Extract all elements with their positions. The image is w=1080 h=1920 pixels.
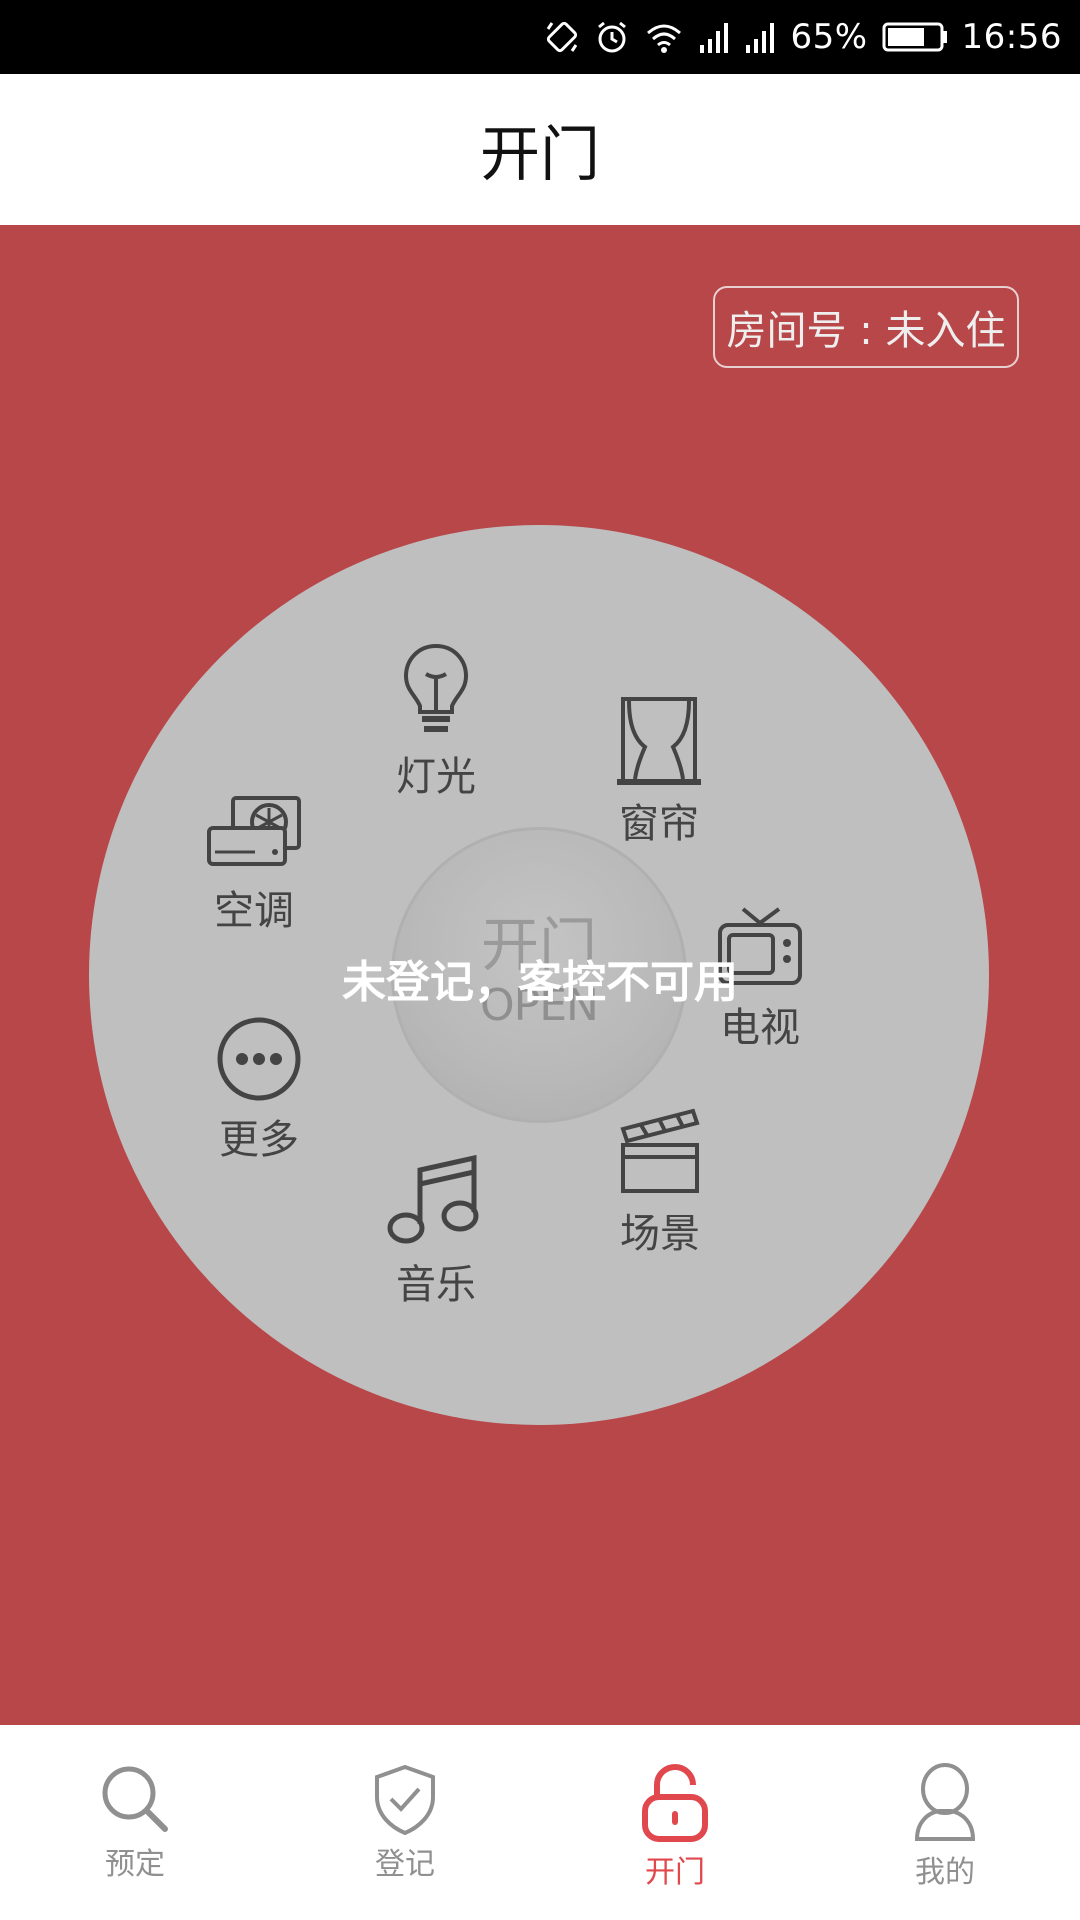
wifi-icon	[644, 19, 684, 55]
alarm-icon	[594, 19, 630, 55]
tab-mine-label: 我的	[915, 1855, 975, 1890]
music-control[interactable]: 音乐	[384, 1154, 488, 1310]
clock: 16:56	[961, 17, 1062, 57]
light-control[interactable]: 灯光	[396, 640, 476, 802]
tab-open-door[interactable]: 开门	[540, 1725, 810, 1920]
room-number-badge[interactable]: 房间号 : 未入住	[713, 286, 1019, 368]
user-icon	[909, 1763, 981, 1843]
light-label: 灯光	[396, 754, 476, 800]
shield-check-icon	[369, 1763, 441, 1835]
status-bar: 65% 16:56	[0, 0, 1080, 74]
status-icons: 65% 16:56	[544, 0, 1062, 74]
signal-icon-2	[744, 19, 776, 55]
tab-booking-label: 预定	[105, 1847, 165, 1882]
air-conditioner-icon	[205, 794, 303, 874]
tab-checkin-label: 登记	[375, 1847, 435, 1882]
main-panel: 房间号 : 未入住 灯光 窗帘 空调 电视 更多 场景 音乐 开门 OPEN 未…	[0, 225, 1080, 1725]
more-control[interactable]: 更多	[215, 1015, 303, 1165]
curtain-icon	[615, 695, 703, 787]
more-label: 更多	[219, 1117, 299, 1163]
more-icon	[215, 1015, 303, 1103]
bottom-nav: 预定 登记 开门 我的	[0, 1725, 1080, 1920]
scene-label: 场景	[620, 1211, 700, 1257]
scene-control[interactable]: 场景	[617, 1107, 703, 1259]
tab-open-door-label: 开门	[645, 1855, 705, 1890]
search-icon	[99, 1763, 171, 1835]
battery-icon	[882, 20, 948, 54]
battery-percent: 65%	[790, 17, 868, 57]
tab-mine[interactable]: 我的	[810, 1725, 1080, 1920]
curtain-label: 窗帘	[619, 801, 699, 847]
unlock-icon	[639, 1763, 711, 1843]
rotation-icon	[544, 19, 580, 55]
aircon-label: 空调	[214, 888, 294, 934]
tab-checkin[interactable]: 登记	[270, 1725, 540, 1920]
curtain-control[interactable]: 窗帘	[615, 695, 703, 849]
aircon-control[interactable]: 空调	[205, 794, 303, 936]
music-note-icon	[384, 1154, 488, 1248]
unavailable-message: 未登记，客控不可用	[342, 957, 738, 1008]
clapperboard-icon	[617, 1107, 703, 1197]
page-title: 开门	[480, 120, 600, 190]
signal-icon	[698, 19, 730, 55]
music-label: 音乐	[396, 1262, 476, 1308]
light-bulb-icon	[396, 640, 476, 740]
title-bar: 开门	[0, 74, 1080, 225]
tab-booking[interactable]: 预定	[0, 1725, 270, 1920]
